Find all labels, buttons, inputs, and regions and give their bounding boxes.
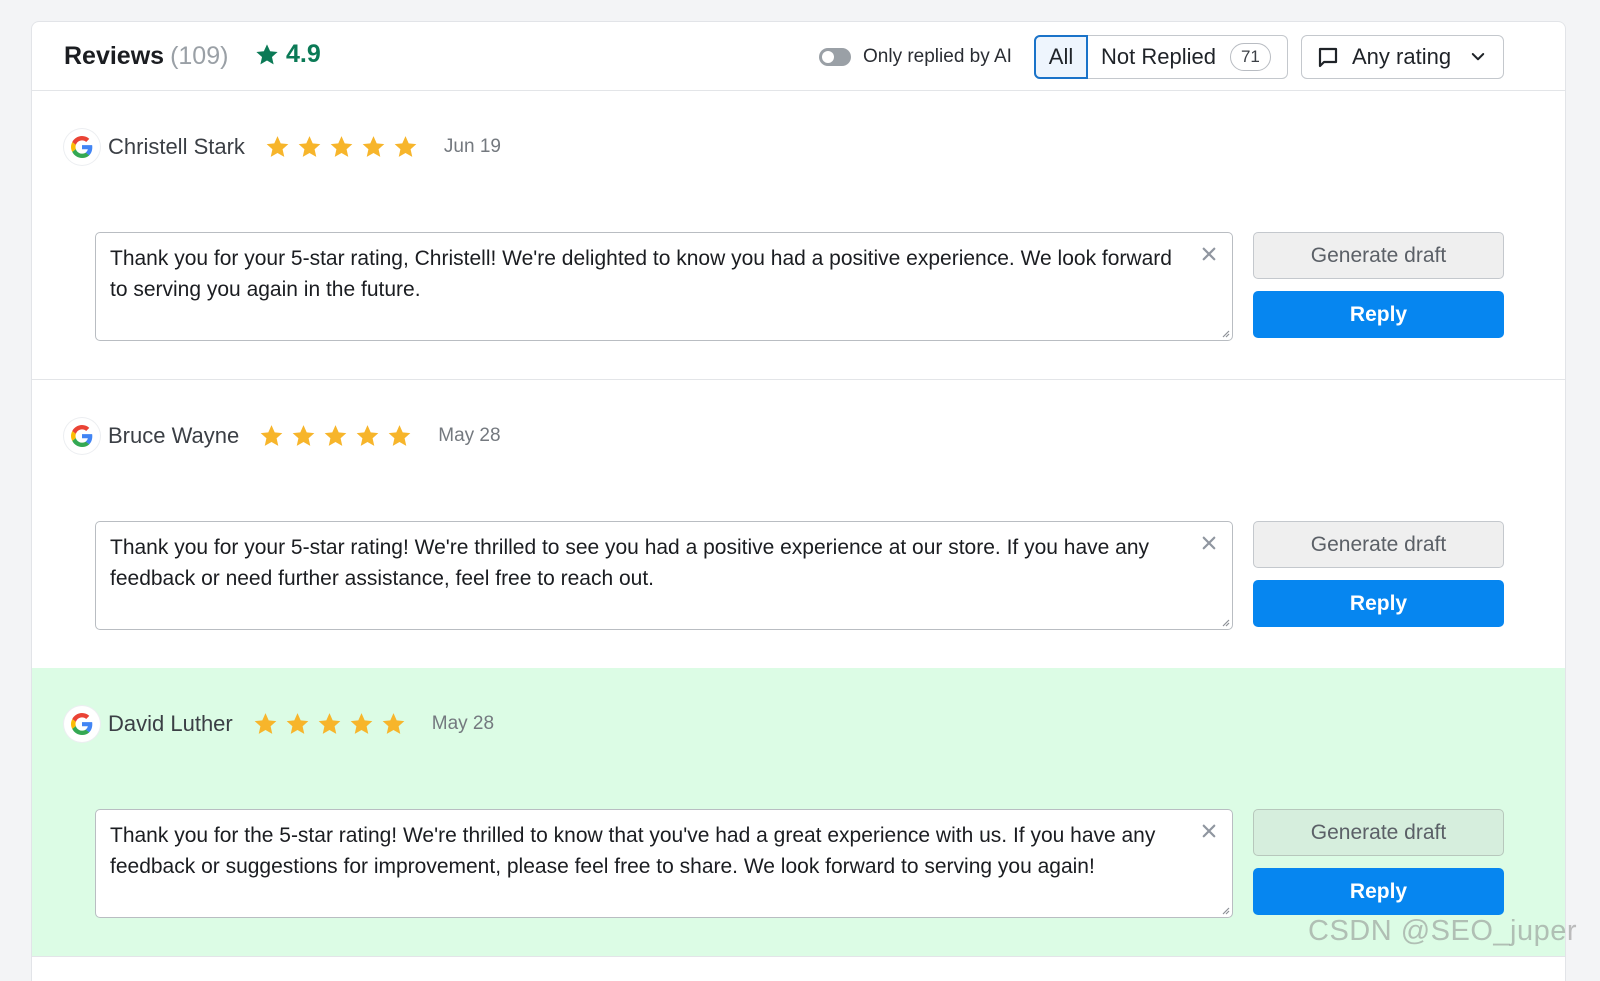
reviewer-name: David Luther (108, 711, 233, 736)
reply-text: Thank you for the 5-star rating! We're t… (110, 824, 1156, 878)
star-icon (388, 425, 411, 446)
review-card: Bruce Wayne May 28 Thank you for your 5-… (32, 380, 1565, 669)
star-icon (298, 136, 321, 157)
generate-draft-button[interactable]: Generate draft (1253, 809, 1504, 856)
reply-text: Thank you for your 5-star rating, Christ… (110, 247, 1172, 301)
reviewer-name: Bruce Wayne (108, 423, 240, 448)
review-date: May 28 (438, 425, 501, 446)
chevron-down-icon (1471, 53, 1485, 61)
close-icon[interactable] (1200, 822, 1218, 840)
star-icon (292, 425, 315, 446)
star-icon (362, 136, 385, 157)
reply-text: Thank you for your 5-star rating! We're … (110, 536, 1150, 590)
filter-all-button[interactable]: All (1034, 35, 1088, 79)
review-date: Jun 19 (443, 136, 501, 157)
close-icon[interactable] (1200, 245, 1218, 263)
resize-handle-icon[interactable] (1220, 328, 1230, 338)
review-date: May 28 (431, 713, 495, 734)
reviews-panel: Reviews (109) 4.9 Only replied by AI All … (31, 21, 1566, 981)
ai-replied-toggle-group: Only replied by AI (819, 46, 1012, 68)
average-rating-value: 4.9 (286, 40, 321, 68)
reply-textarea[interactable]: Thank you for your 5-star rating! We're … (95, 521, 1233, 630)
star-icon (330, 136, 353, 157)
review-header: Bruce Wayne May 28 (64, 418, 501, 454)
review-count: (109) (170, 42, 229, 70)
review-card: Christell Stark Jun 19 Thank you for you… (32, 91, 1565, 380)
close-icon[interactable] (1200, 534, 1218, 552)
generate-draft-button[interactable]: Generate draft (1253, 521, 1504, 568)
filter-not-replied-label: Not Replied (1101, 44, 1216, 69)
reviews-header: Reviews (109) 4.9 Only replied by AI All … (32, 22, 1565, 91)
star-rating (258, 423, 413, 449)
google-icon (64, 706, 100, 742)
watermark-text: CSDN @SEO_juper (1308, 915, 1578, 947)
rating-filter-label: Any rating (1352, 44, 1452, 69)
ai-replied-toggle-label: Only replied by AI (863, 46, 1012, 67)
filter-not-replied-button[interactable]: Not Replied 71 (1088, 36, 1271, 78)
google-icon (64, 129, 100, 165)
average-rating: 4.9 (254, 40, 321, 69)
star-rating (252, 711, 407, 737)
reply-textarea[interactable]: Thank you for your 5-star rating, Christ… (95, 232, 1233, 341)
review-card: David Luther May 28 Thank you for the 5-… (32, 668, 1565, 957)
generate-draft-button[interactable]: Generate draft (1253, 232, 1504, 279)
review-header: Christell Stark Jun 19 (64, 129, 501, 165)
star-icon (394, 136, 417, 157)
resize-handle-icon[interactable] (1220, 617, 1230, 627)
star-icon (318, 713, 341, 734)
star-icon (356, 425, 379, 446)
filter-all-label: All (1048, 44, 1074, 69)
ai-replied-toggle[interactable] (819, 48, 851, 66)
comment-icon (1318, 47, 1338, 68)
star-icon (324, 425, 347, 446)
reply-button[interactable]: Reply (1253, 868, 1504, 915)
page-title: Reviews (109) (64, 42, 228, 71)
rating-filter-select[interactable]: Any rating (1301, 35, 1504, 79)
reply-button[interactable]: Reply (1253, 291, 1504, 338)
title-label: Reviews (64, 42, 165, 70)
not-replied-count-badge: 71 (1229, 43, 1271, 71)
star-icon (286, 713, 309, 734)
star-icon (256, 43, 278, 64)
star-icon (382, 713, 405, 734)
review-header: David Luther May 28 (64, 706, 494, 742)
resize-handle-icon[interactable] (1220, 905, 1230, 915)
reply-textarea[interactable]: Thank you for the 5-star rating! We're t… (95, 809, 1233, 918)
star-icon (260, 425, 283, 446)
star-icon (254, 713, 277, 734)
star-icon (350, 713, 373, 734)
reply-status-filter: All Not Replied 71 (1034, 35, 1288, 79)
reply-button[interactable]: Reply (1253, 580, 1504, 627)
star-icon (266, 136, 289, 157)
reviewer-name: Christell Stark (108, 134, 245, 159)
star-rating (264, 134, 419, 160)
google-icon (64, 418, 100, 454)
